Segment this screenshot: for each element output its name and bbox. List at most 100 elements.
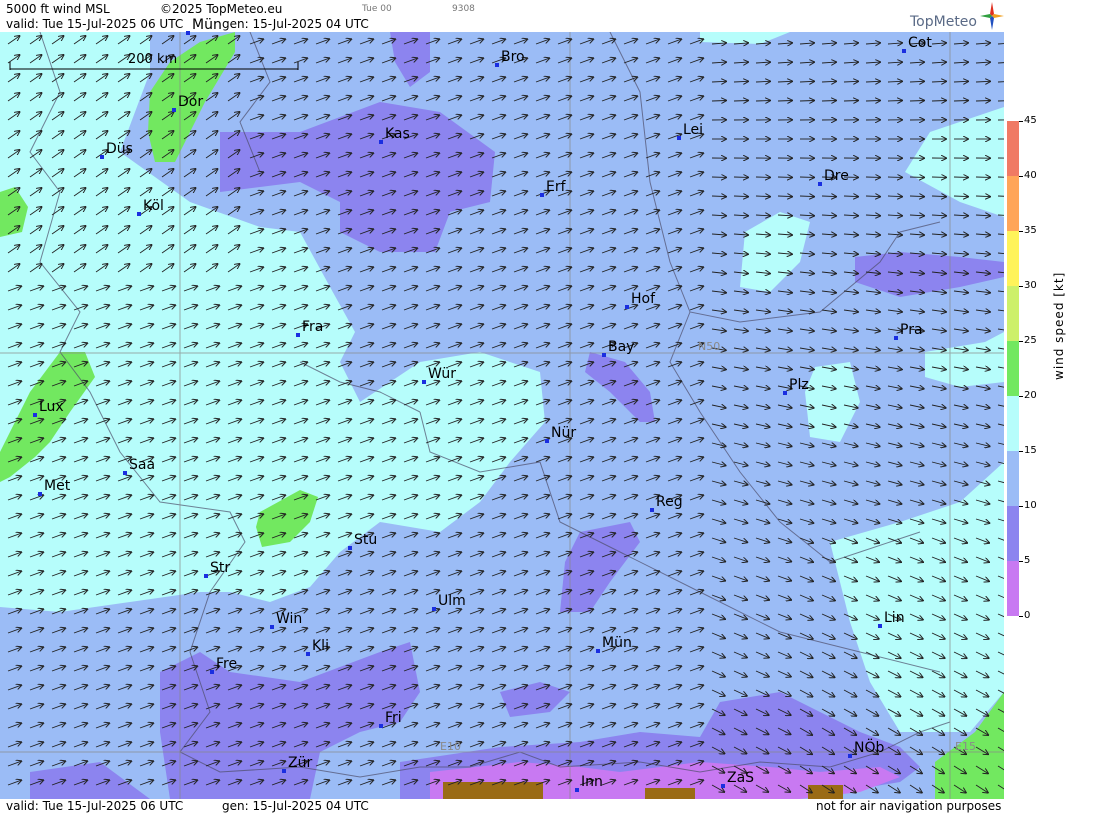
wind-arrow	[887, 196, 902, 197]
city-label: Düs	[100, 141, 133, 159]
legend-tick-label: 20	[1024, 390, 1037, 401]
city-label: Inn	[575, 774, 603, 792]
legend-band	[1007, 231, 1019, 286]
city-marker	[650, 508, 654, 512]
legend-band	[1007, 561, 1019, 616]
legend-band	[1007, 396, 1019, 451]
wind-arrow	[887, 101, 902, 102]
city-name: Str	[210, 560, 231, 576]
legend-tick-mark	[1019, 286, 1023, 287]
city-name: Köl	[143, 198, 164, 214]
copyright-text: ©2025 TopMeteo.eu	[160, 2, 283, 16]
city-name: Inn	[581, 774, 603, 790]
city-label: Kli	[306, 638, 329, 656]
map-footer: valid: Tue 15-Jul-2025 06 UTC gen: 15-Ju…	[0, 799, 1004, 814]
city-label: Nür	[545, 425, 576, 443]
city-marker	[137, 212, 141, 216]
footer-valid-time: valid: Tue 15-Jul-2025 06 UTC	[6, 799, 184, 813]
legend-tick-label: 10	[1024, 500, 1037, 511]
wind-map	[0, 32, 1004, 799]
legend-tick-mark	[1019, 341, 1023, 342]
wind-arrow	[799, 196, 814, 197]
city-marker	[204, 574, 208, 578]
city-name: NÖb	[854, 740, 885, 756]
valid-time: valid: Tue 15-Jul-2025 06 UTC	[6, 17, 184, 31]
legend-tick-label: 25	[1024, 335, 1037, 346]
city-name: Dre	[824, 168, 849, 184]
map-header: 5000 ft wind MSL ©2025 TopMeteo.eu Tue 0…	[0, 0, 1004, 32]
city-label: Lux	[33, 399, 64, 417]
legend-tick-label: 40	[1024, 170, 1037, 181]
city-name: Fri	[385, 710, 402, 726]
city-label: Mün	[596, 635, 632, 653]
city-label: Saa	[123, 457, 155, 475]
scale-label: 200 km	[128, 52, 178, 67]
city-name: Plz	[789, 377, 809, 393]
city-name: Reg	[656, 494, 683, 510]
city-name: Pra	[900, 322, 923, 338]
city-label: Dor	[172, 94, 203, 112]
legend-band	[1007, 451, 1019, 506]
legend-tick-mark	[1019, 396, 1023, 397]
city-label: Win	[270, 611, 302, 629]
city-marker	[172, 108, 176, 112]
legend-band	[1007, 341, 1019, 396]
city-label: NÖb	[848, 740, 884, 758]
wind-arrow	[931, 101, 946, 102]
wind-arrow	[777, 196, 792, 197]
city-marker	[379, 140, 383, 144]
city-name: Nür	[551, 425, 577, 441]
wind-arrow	[755, 196, 770, 197]
city-marker	[282, 769, 286, 773]
grid-label-e15: E15	[955, 740, 976, 753]
city-name: Ulm	[438, 593, 466, 609]
city-name: Lux	[39, 399, 64, 415]
terrain-mask-2	[645, 788, 695, 799]
city-marker	[348, 546, 352, 550]
city-label: Hof	[625, 291, 655, 309]
wind-arrow	[733, 196, 748, 197]
generation-time: gen: 15-Jul-2025 04 UTC	[222, 17, 369, 31]
city-name: Hof	[631, 291, 656, 307]
wind-arrow	[711, 101, 726, 102]
legend-band	[1007, 121, 1019, 176]
city-marker	[540, 193, 544, 197]
wind-arrow	[975, 101, 990, 102]
city-label: Bay	[602, 339, 634, 357]
city-label: Fra	[296, 319, 323, 337]
city-marker	[186, 31, 190, 35]
city-name: Met	[44, 478, 71, 494]
topmeteo-logo: TopMeteo	[910, 14, 977, 30]
city-marker	[902, 49, 906, 53]
city-name: Düs	[106, 141, 133, 157]
wind-arrow	[931, 196, 946, 197]
city-name: Lin	[884, 610, 905, 626]
legend-tick-mark	[1019, 451, 1023, 452]
city-marker	[33, 413, 37, 417]
city-marker	[422, 380, 426, 384]
wind-arrow	[975, 196, 990, 197]
city-label: Stu	[348, 532, 377, 550]
run-label: Tue 00	[362, 4, 392, 14]
legend-band	[1007, 176, 1019, 231]
wind-arrow	[909, 101, 924, 102]
wind-arrow	[755, 101, 770, 102]
legend-band	[1007, 286, 1019, 341]
city-label: Dre	[818, 168, 849, 186]
wind-arrow	[865, 101, 880, 102]
wind-arrow	[865, 196, 880, 197]
wind-arrow	[953, 101, 968, 102]
city-marker	[296, 333, 300, 337]
city-name: Bro	[501, 49, 525, 65]
city-marker	[123, 471, 127, 475]
city-marker	[783, 391, 787, 395]
legend-band	[1007, 506, 1019, 561]
wind-arrow	[843, 196, 858, 197]
wind-speed-legend: 45 40 35 30 25 20 15 10 5 0 wind speed [kt]	[1004, 0, 1095, 814]
legend-tick-label: 5	[1024, 555, 1031, 566]
city-marker	[625, 305, 629, 309]
legend-tick-label: 15	[1024, 445, 1037, 456]
wind-arrow	[777, 101, 792, 102]
grid-label-n50: N50	[698, 340, 721, 353]
city-name: Fre	[216, 656, 238, 672]
